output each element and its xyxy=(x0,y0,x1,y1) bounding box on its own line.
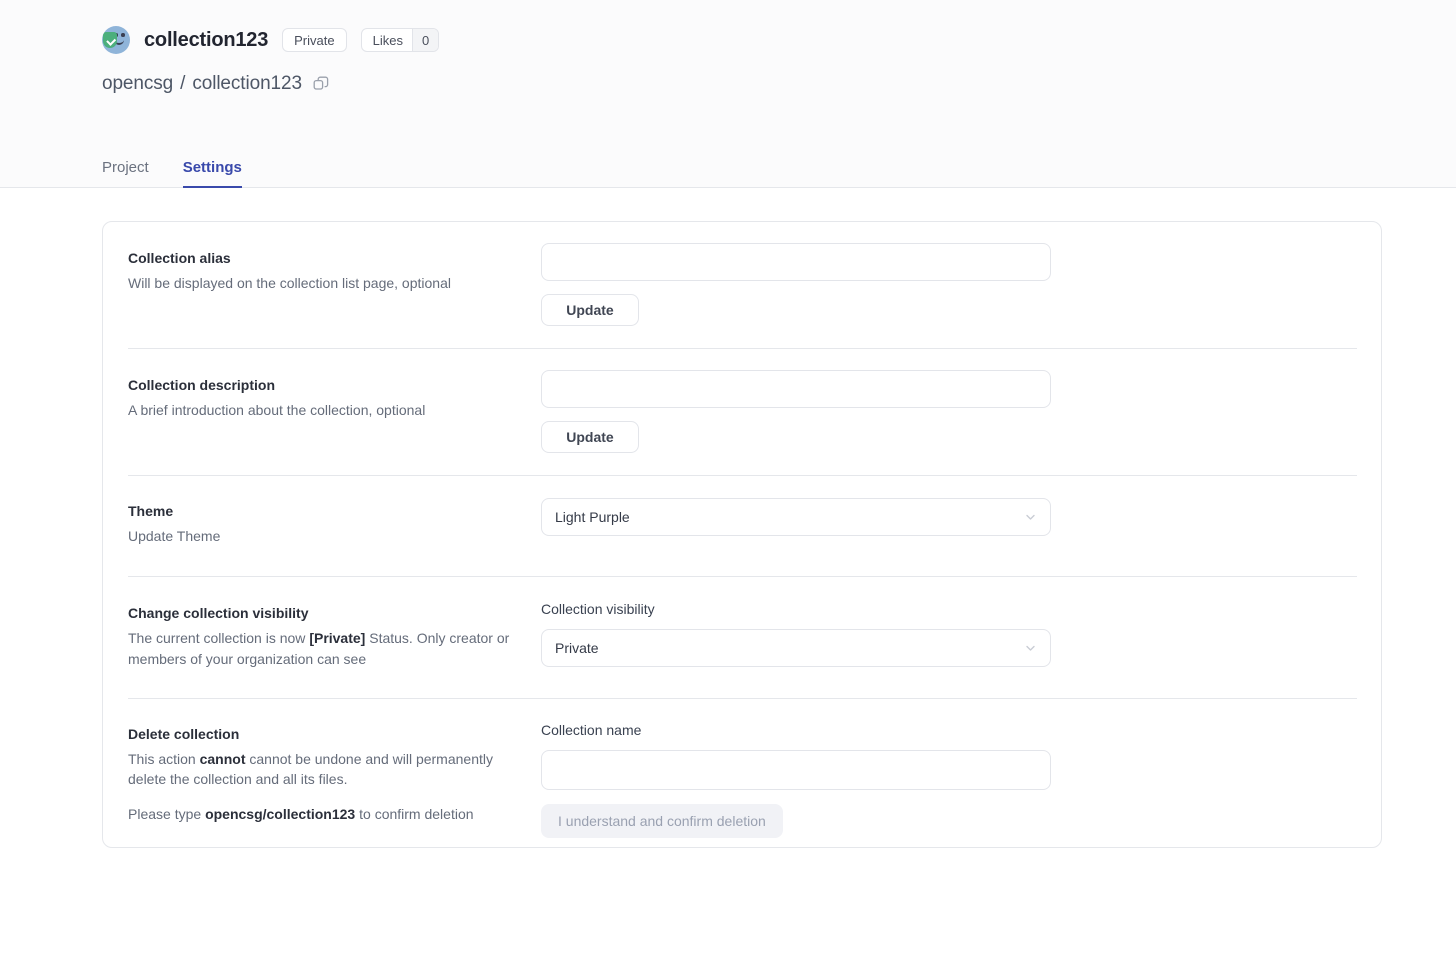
theme-title: Theme xyxy=(128,501,541,522)
theme-description: Update Theme xyxy=(128,526,518,546)
collection-description-input[interactable] xyxy=(541,370,1051,408)
description-update-button[interactable]: Update xyxy=(541,421,639,453)
visibility-desc-part1: The current collection is now xyxy=(128,630,309,646)
likes-label: Likes xyxy=(362,29,412,51)
delete-description: This action cannot cannot be undone and … xyxy=(128,749,518,790)
visibility-select-value: Private xyxy=(555,640,599,656)
delete-confirm-bold: opencsg/collection123 xyxy=(205,806,355,822)
alias-update-button[interactable]: Update xyxy=(541,294,639,326)
collection-alias-input[interactable] xyxy=(541,243,1051,281)
chevron-down-icon xyxy=(1024,511,1037,524)
collection-title-row: collection123 Private Likes 0 xyxy=(102,26,439,54)
tab-bar: Project Settings xyxy=(102,155,242,188)
visibility-select[interactable]: Private xyxy=(541,629,1051,667)
delete-confirm-part1: Please type xyxy=(128,806,205,822)
section-theme: Theme Update Theme Light Purple xyxy=(103,476,1381,576)
visibility-description: The current collection is now [Private] … xyxy=(128,628,518,669)
likes-badge[interactable]: Likes 0 xyxy=(361,28,440,52)
copy-icon[interactable] xyxy=(313,76,330,93)
delete-confirm-part2: to confirm deletion xyxy=(355,806,473,822)
delete-confirm-hint: Please type opencsg/collection123 to con… xyxy=(128,804,541,824)
section-collection-description: Collection description A brief introduct… xyxy=(103,349,1381,475)
breadcrumb-separator: / xyxy=(180,73,185,95)
delete-title: Delete collection xyxy=(128,724,541,745)
description-title: Collection description xyxy=(128,375,541,396)
visibility-title: Change collection visibility xyxy=(128,603,541,624)
page-header: collection123 Private Likes 0 opencsg / … xyxy=(0,0,1456,188)
delete-desc-part1: This action xyxy=(128,751,200,767)
theme-select[interactable]: Light Purple xyxy=(541,498,1051,536)
section-collection-alias: Collection alias Will be displayed on th… xyxy=(103,222,1381,348)
delete-field-label: Collection name xyxy=(541,722,1356,738)
section-delete-collection: Delete collection This action cannot can… xyxy=(103,699,1381,856)
page-title: collection123 xyxy=(144,29,268,52)
confirm-deletion-button[interactable]: I understand and confirm deletion xyxy=(541,804,783,838)
tab-project[interactable]: Project xyxy=(102,160,149,188)
visibility-badge: Private xyxy=(282,28,346,52)
tab-settings[interactable]: Settings xyxy=(183,160,242,188)
breadcrumb-owner[interactable]: opencsg xyxy=(102,73,173,95)
delete-desc-bold: cannot xyxy=(200,751,246,767)
likes-count: 0 xyxy=(412,29,438,51)
visibility-field-label: Collection visibility xyxy=(541,601,1356,617)
alias-title: Collection alias xyxy=(128,248,541,269)
section-collection-visibility: Change collection visibility The current… xyxy=(103,577,1381,698)
collection-name-confirm-input[interactable] xyxy=(541,750,1051,790)
chevron-down-icon xyxy=(1024,642,1037,655)
breadcrumb-collection[interactable]: collection123 xyxy=(192,73,302,95)
visibility-desc-bold: [Private] xyxy=(309,630,365,646)
settings-card: Collection alias Will be displayed on th… xyxy=(102,221,1382,848)
description-description: A brief introduction about the collectio… xyxy=(128,400,518,420)
alias-description: Will be displayed on the collection list… xyxy=(128,273,518,293)
shielded-face-avatar-icon xyxy=(102,26,130,54)
page-root: collection123 Private Likes 0 opencsg / … xyxy=(0,0,1456,956)
theme-select-value: Light Purple xyxy=(555,509,630,525)
breadcrumb: opencsg / collection123 xyxy=(102,73,330,95)
